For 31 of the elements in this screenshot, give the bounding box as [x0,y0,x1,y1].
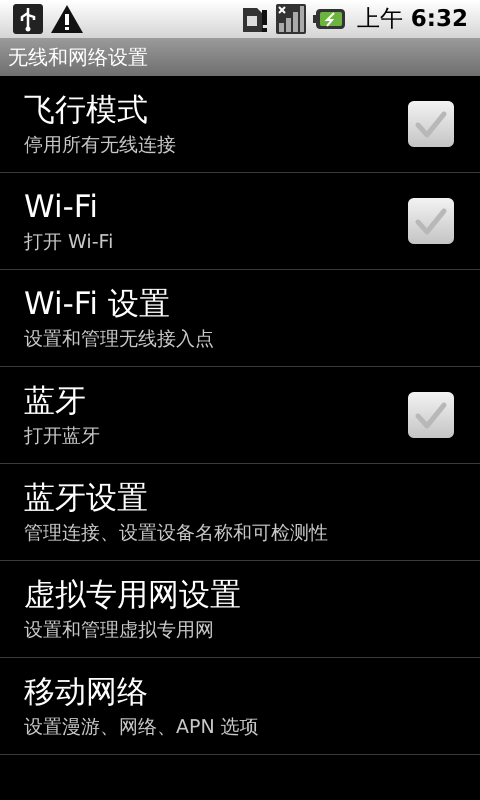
item-title: 飞行模式 [24,91,149,130]
item-summary: 停用所有无线连接 [24,133,177,158]
item-title: 蓝牙 [24,382,87,421]
item-summary: 打开蓝牙 [24,424,101,449]
item-summary: 设置和管理虚拟专用网 [24,618,215,643]
settings-item[interactable]: 蓝牙设置 管理连接、设置设备名称和可检测性 [0,464,480,561]
settings-item[interactable]: Wi-Fi 打开 Wi-Fi [0,173,480,270]
item-title: 虚拟专用网设置 [24,576,242,615]
checkbox[interactable] [408,198,454,244]
battery-charging-icon [312,8,345,30]
settings-item[interactable]: 虚拟专用网设置 设置和管理虚拟专用网 [0,561,480,658]
signal-icon [274,3,307,35]
settings-item[interactable]: 飞行模式 停用所有无线连接 [0,76,480,173]
clock-period: 上午 [356,4,403,34]
clock-time: 6:32 [410,4,468,34]
checkbox[interactable] [408,392,454,438]
item-summary: 设置和管理无线接入点 [24,327,215,352]
item-title: 移动网络 [24,673,149,712]
screen-title: 无线和网络设置 [8,44,148,71]
item-title: Wi-Fi 设置 [24,285,171,324]
item-title: Wi-Fi [24,188,99,227]
settings-item[interactable]: 移动网络 设置漫游、网络、APN 选项 [0,658,480,755]
checkbox[interactable] [408,101,454,147]
item-title: 蓝牙设置 [24,479,149,518]
usb-icon [12,3,44,35]
item-summary: 管理连接、设置设备名称和可检测性 [24,521,329,546]
warning-icon [50,4,84,34]
settings-item[interactable]: 蓝牙 打开蓝牙 [0,367,480,464]
item-summary: 设置漫游、网络、APN 选项 [24,715,260,740]
item-summary: 打开 Wi-Fi [24,230,114,255]
settings-item[interactable]: Wi-Fi 设置 设置和管理无线接入点 [0,270,480,367]
